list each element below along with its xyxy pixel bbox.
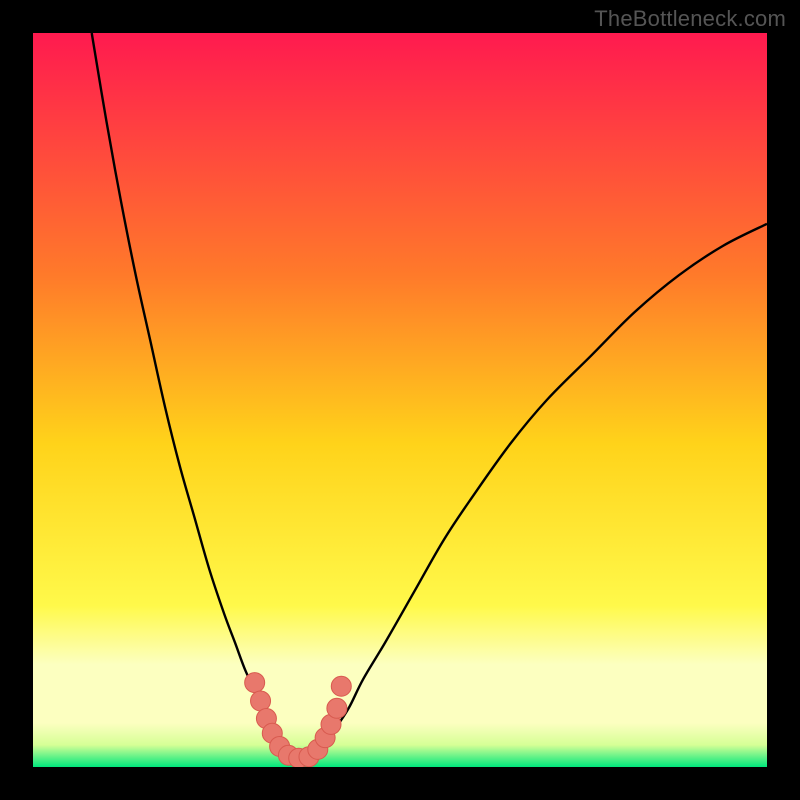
gradient-background (33, 33, 767, 767)
outer-frame: TheBottleneck.com (0, 0, 800, 800)
plot-area (33, 33, 767, 767)
data-point-marker (251, 691, 271, 711)
chart-svg (33, 33, 767, 767)
data-point-marker (327, 698, 347, 718)
data-point-marker (245, 673, 265, 693)
data-point-marker (331, 676, 351, 696)
watermark-text: TheBottleneck.com (594, 6, 786, 32)
